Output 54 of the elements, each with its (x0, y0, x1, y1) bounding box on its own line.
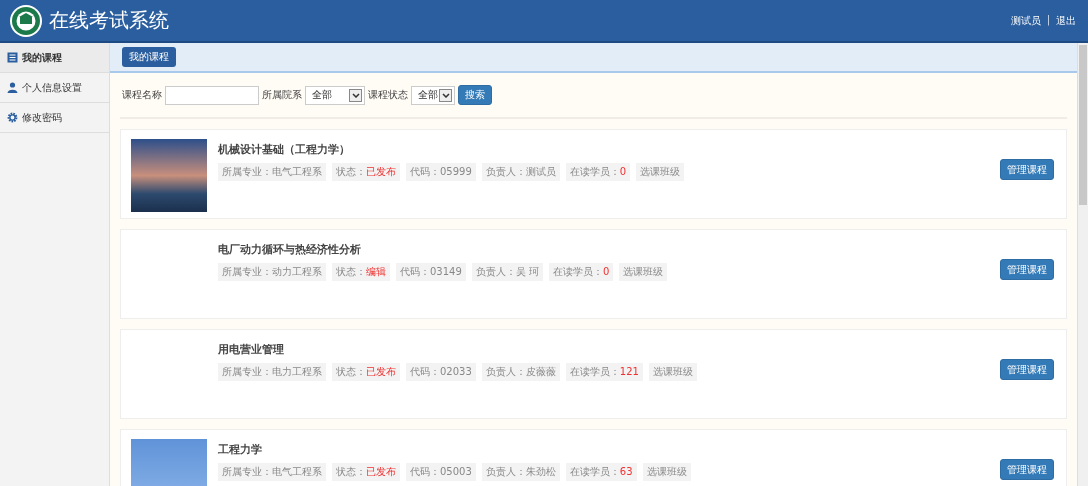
course-tag: 所属专业：电气工程系 (218, 163, 326, 181)
course-tag: 在读学员：0 (549, 263, 614, 281)
course-tag: 在读学员：0 (565, 163, 631, 181)
course-tag: 负责人：皮薇薇 (481, 363, 560, 381)
course-tag: 状态：已发布 (332, 363, 400, 381)
status-select[interactable]: 全部 (411, 85, 455, 105)
course-title: 机械设计基础（工程力学） (218, 142, 351, 157)
course-tag: 状态：编辑 (332, 263, 390, 281)
class-tag[interactable]: 选课班级 (619, 263, 668, 281)
class-tag[interactable]: 选课班级 (642, 463, 691, 481)
field-label: 课程状态 (368, 88, 408, 102)
tab[interactable]: 我的课程 (122, 47, 176, 67)
settings-icon (7, 112, 18, 123)
course-tag: 负责人：测试员 (481, 163, 560, 181)
course-tag: 所属专业：电气工程系 (218, 463, 326, 481)
emblem-logo-icon (9, 3, 43, 38)
course-title: 电厂动力循环与热经济性分析 (218, 242, 362, 257)
course-tag: 负责人：吴 珂 (471, 263, 543, 281)
field-label: 课程名称 (122, 88, 162, 102)
field-label: 所属院系 (262, 88, 302, 102)
course-tag: 在读学员：63 (565, 463, 637, 481)
system-title: 在线考试系统 (49, 7, 169, 34)
separator: | (1046, 13, 1050, 28)
logout-link[interactable]: 退出 (1056, 13, 1076, 28)
manage-course-button[interactable]: 管理课程 (1000, 159, 1054, 180)
manage-course-button[interactable]: 管理课程 (1000, 259, 1054, 280)
course-tag: 代码：02033 (406, 363, 476, 381)
department-select[interactable]: 全部 (305, 85, 365, 105)
manage-course-button[interactable]: 管理课程 (1000, 459, 1054, 480)
course-tag: 所属专业：动力工程系 (218, 263, 326, 281)
course-title: 用电营业管理 (218, 342, 285, 357)
course-name-field[interactable] (165, 85, 259, 105)
manage-course-button[interactable]: 管理课程 (1000, 359, 1054, 380)
course-tag: 代码：05003 (406, 463, 476, 481)
list-icon (7, 52, 18, 63)
user-name[interactable]: 测试员 (1010, 13, 1041, 28)
search-button[interactable]: 搜索 (458, 85, 492, 105)
course-tag: 代码：05999 (406, 163, 476, 181)
course-tag: 负责人：朱劲松 (481, 463, 560, 481)
class-tag[interactable]: 选课班级 (636, 163, 685, 181)
class-tag[interactable]: 选课班级 (648, 363, 697, 381)
sidebar-item[interactable]: 个人信息设置 (0, 73, 109, 103)
course-tag: 所属专业：电力工程系 (218, 363, 326, 381)
caret-icon (349, 88, 362, 102)
course-tag: 代码：03149 (396, 263, 466, 281)
caret-icon (439, 88, 452, 102)
course-tag: 在读学员：121 (565, 363, 643, 381)
course-title: 工程力学 (218, 442, 263, 457)
course-tag: 状态：已发布 (332, 163, 400, 181)
sidebar-item[interactable]: 修改密码 (0, 103, 109, 133)
scrollbar[interactable] (1077, 43, 1088, 486)
sidebar-item[interactable]: 我的课程 (0, 43, 109, 73)
user-icon (7, 82, 18, 93)
course-tag: 状态：已发布 (332, 463, 400, 481)
